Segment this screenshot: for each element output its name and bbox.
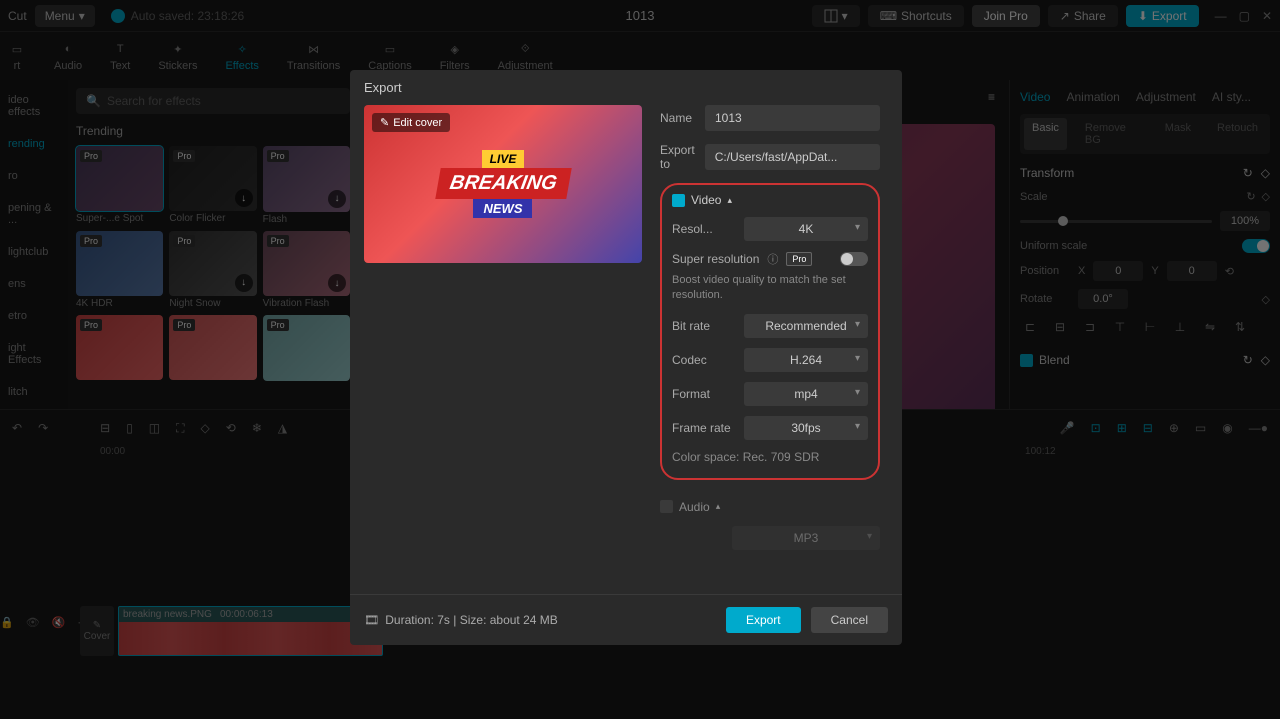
resolution-select[interactable]: 4K [744, 217, 868, 241]
super-res-toggle[interactable] [840, 252, 868, 266]
bitrate-label: Bit rate [672, 319, 734, 333]
pro-badge: Pro [786, 252, 812, 266]
info-icon[interactable]: ⓘ [767, 251, 778, 267]
pencil-icon: ✎ [380, 116, 389, 129]
video-settings-section: Video ▴ Resol... 4K Super resolution ⓘ P… [660, 183, 880, 480]
export-settings: Name Export to 📁 Video ▴ Resol... 4K [660, 105, 888, 594]
name-label: Name [660, 111, 695, 125]
edit-cover-label: Edit cover [393, 117, 442, 129]
export-preview: ✎ Edit cover LIVE BREAKING NEWS [364, 105, 642, 594]
modal-footer: 🎞 Duration: 7s | Size: about 24 MB Expor… [350, 594, 902, 645]
audio-format-select[interactable]: MP3 [732, 526, 880, 550]
codec-row: Codec H.264 [672, 348, 868, 372]
super-resolution-row: Super resolution ⓘ Pro [672, 251, 868, 267]
audio-checkbox[interactable] [660, 500, 673, 513]
super-res-label: Super resolution [672, 252, 759, 266]
duration-info: 🎞 Duration: 7s | Size: about 24 MB [364, 613, 558, 627]
codec-select[interactable]: H.264 [744, 348, 868, 372]
framerate-row: Frame rate 30fps [672, 416, 868, 440]
framerate-select[interactable]: 30fps [744, 416, 868, 440]
modal-body: ✎ Edit cover LIVE BREAKING NEWS Name Expo… [350, 105, 902, 594]
export-path-input[interactable] [705, 144, 880, 170]
film-icon: 🎞 [364, 613, 379, 627]
chevron-up-icon[interactable]: ▴ [727, 195, 732, 206]
duration-text: Duration: 7s | Size: about 24 MB [385, 613, 558, 627]
name-row: Name [660, 105, 880, 131]
audio-header: Audio ▴ [660, 500, 880, 514]
bitrate-row: Bit rate Recommended [672, 314, 868, 338]
modal-title: Export [350, 70, 902, 105]
format-row: Format mp4 [672, 382, 868, 406]
export-to-label: Export to [660, 143, 695, 171]
cover-preview[interactable]: ✎ Edit cover LIVE BREAKING NEWS [364, 105, 642, 263]
breaking-news-graphic: LIVE BREAKING NEWS [438, 150, 569, 218]
format-select[interactable]: mp4 [744, 382, 868, 406]
news-text: NEWS [473, 199, 532, 218]
export-confirm-button[interactable]: Export [726, 607, 801, 633]
cancel-button[interactable]: Cancel [811, 607, 888, 633]
codec-label: Codec [672, 353, 734, 367]
resolution-label: Resol... [672, 222, 734, 236]
bitrate-select[interactable]: Recommended [744, 314, 868, 338]
video-header: Video ▴ [672, 193, 868, 207]
framerate-label: Frame rate [672, 421, 734, 435]
breaking-text: BREAKING [435, 168, 571, 199]
live-badge: LIVE [482, 150, 525, 168]
video-label: Video [691, 193, 721, 207]
audio-format-row: MP3 [660, 526, 880, 550]
chevron-up-icon[interactable]: ▴ [716, 501, 721, 512]
color-space-info: Color space: Rec. 709 SDR [672, 450, 868, 464]
super-res-description: Boost video quality to match the set res… [672, 273, 868, 304]
name-input[interactable] [705, 105, 880, 131]
edit-cover-button[interactable]: ✎ Edit cover [372, 113, 450, 132]
format-label: Format [672, 387, 734, 401]
audio-label: Audio [679, 500, 710, 514]
video-checkbox[interactable] [672, 194, 685, 207]
export-to-row: Export to 📁 [660, 143, 880, 171]
export-modal: Export ✎ Edit cover LIVE BREAKING NEWS Na… [350, 70, 902, 645]
resolution-row: Resol... 4K [672, 217, 868, 241]
